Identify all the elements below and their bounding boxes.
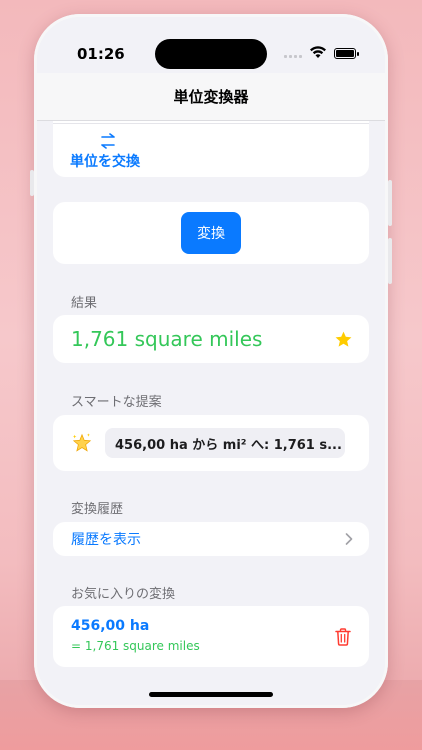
favorite-item-result: = 1,761 square miles xyxy=(71,639,200,653)
history-section-header: 変換履歴 xyxy=(71,502,124,517)
phone-side-button xyxy=(388,180,392,226)
sparkle-star-icon xyxy=(72,433,92,452)
trash-icon[interactable] xyxy=(335,628,351,646)
home-indicator[interactable] xyxy=(149,692,273,697)
result-value: 1,761 square miles xyxy=(71,327,263,351)
result-section-header: 結果 xyxy=(71,296,98,311)
suggestions-card: 456,00 ha から mi² へ: 1,761 s... xyxy=(53,415,369,471)
app-screen: 01:26 単位変換器 単位を交換 変換 結果 1,761 square mil… xyxy=(37,17,385,705)
result-card: 1,761 square miles xyxy=(53,315,369,363)
swap-units-label: 単位を交換 xyxy=(70,154,140,170)
swap-units-button[interactable]: 単位を交換 xyxy=(70,133,140,171)
status-bar: 01:26 xyxy=(37,17,385,73)
page-title: 単位変換器 xyxy=(173,88,249,106)
favorites-section-header: お気に入りの変換 xyxy=(71,587,176,602)
battery-icon xyxy=(334,48,359,59)
show-history-row[interactable]: 履歴を表示 xyxy=(53,522,369,556)
signal-icon xyxy=(284,55,302,58)
wifi-icon xyxy=(310,46,326,58)
convert-card: 変換 xyxy=(53,202,369,264)
phone-side-button xyxy=(388,238,392,284)
phone-frame: 01:26 単位変換器 単位を交換 変換 結果 1,761 square mil… xyxy=(34,14,388,708)
favorite-item[interactable]: 456,00 ha = 1,761 square miles xyxy=(53,606,369,667)
favorite-item-title: 456,00 ha xyxy=(71,618,150,634)
chevron-right-icon xyxy=(345,533,353,545)
convert-button[interactable]: 変換 xyxy=(181,212,241,254)
favorite-star-icon[interactable] xyxy=(334,330,353,349)
dynamic-island xyxy=(155,39,267,69)
swap-arrows-icon xyxy=(101,133,115,149)
phone-side-button xyxy=(30,170,34,196)
navigation-bar: 単位変換器 xyxy=(37,73,385,121)
show-history-link[interactable]: 履歴を表示 xyxy=(71,529,141,549)
suggestion-chip[interactable]: 456,00 ha から mi² へ: 1,761 s... xyxy=(105,428,345,458)
status-time: 01:26 xyxy=(77,45,125,63)
suggestions-section-header: スマートな提案 xyxy=(71,395,162,410)
swap-card: 単位を交換 xyxy=(53,121,369,177)
row-divider xyxy=(53,123,369,124)
